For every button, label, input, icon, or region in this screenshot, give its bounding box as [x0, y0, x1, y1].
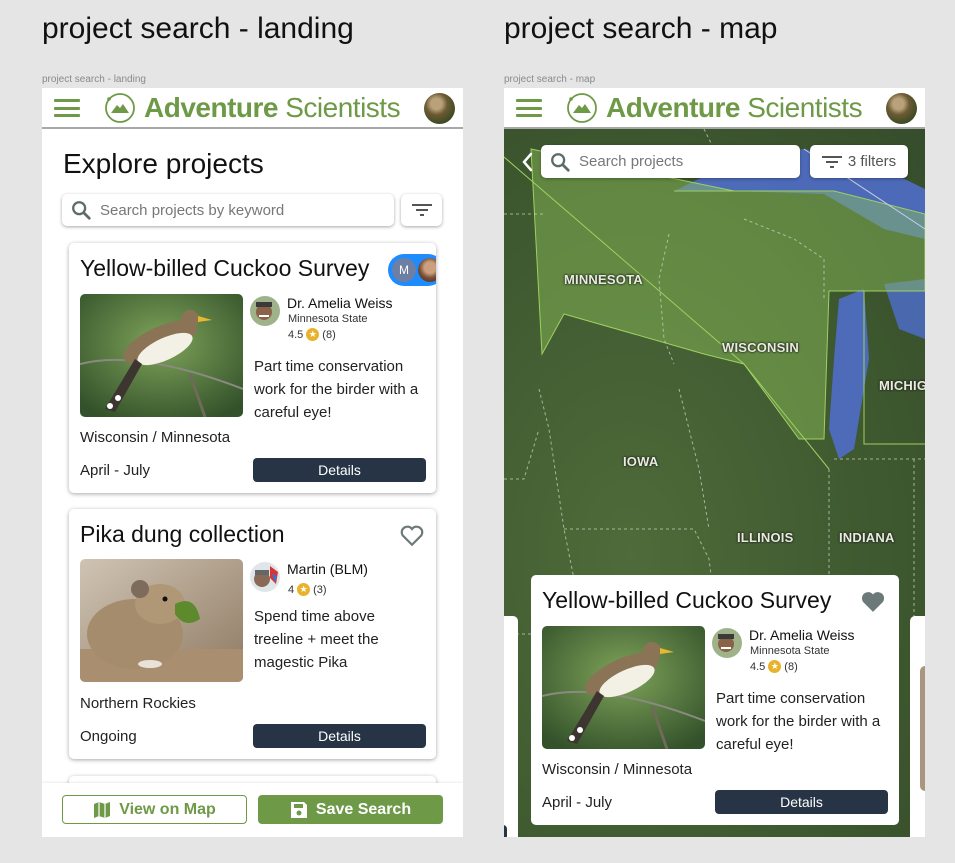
app-header: Adventure Scientists — [504, 88, 925, 129]
map-search-input[interactable]: Search projects — [541, 145, 800, 178]
rating-count: (8) — [322, 328, 336, 341]
owner-organization: Minnesota State — [750, 645, 830, 657]
view-on-map-button[interactable]: View on Map — [62, 795, 247, 824]
owner-name[interactable]: Dr. Amelia Weiss — [287, 295, 393, 311]
filter-button[interactable] — [401, 194, 442, 226]
project-dates: April - July — [80, 462, 151, 479]
project-card[interactable]: Yellow-billed Cuckoo Survey M Dr. Amelia… — [69, 243, 436, 493]
selected-project-card[interactable]: Yellow-billed Cuckoo Survey Dr. Amelia W… — [531, 575, 899, 825]
project-location: Northern Rockies — [80, 695, 196, 712]
save-search-button[interactable]: Save Search — [258, 795, 443, 824]
map-canvas[interactable]: MINNESOTA WISCONSIN MICHIG IOWA ILLINOIS… — [504, 129, 925, 837]
menu-icon[interactable] — [54, 99, 80, 117]
collaborator-cursors: M — [388, 254, 436, 286]
filters-button[interactable]: 3 filters — [810, 145, 908, 178]
brand-logo[interactable]: Adventure Scientists — [104, 92, 401, 124]
brand-logo[interactable]: Adventure Scientists — [566, 92, 863, 124]
menu-icon[interactable] — [516, 99, 542, 117]
project-location: Wisconsin / Minnesota — [80, 429, 231, 446]
star-icon: ★ — [306, 328, 320, 341]
project-title: Pika dung collection — [80, 521, 285, 547]
owner-rating: 4.5 ★ (8) — [288, 328, 336, 341]
project-description: Part time conservation work for the bird… — [254, 358, 419, 421]
state-label: INDIANA — [839, 530, 895, 545]
details-button[interactable]: Details — [253, 458, 426, 482]
project-photo-pika — [80, 559, 243, 682]
filter-icon — [411, 204, 432, 216]
details-button[interactable]: Details — [253, 724, 426, 748]
landing-screen: Adventure Scientists Explore projects Se… — [42, 88, 463, 837]
project-card[interactable]: Pika dung collection Martin (BLM) 4 ★ (3… — [69, 509, 436, 759]
state-label: MINNESOTA — [564, 272, 643, 287]
heart-filled-icon[interactable] — [860, 589, 886, 613]
user-avatar[interactable] — [886, 93, 917, 124]
project-photo-cuckoo — [80, 294, 243, 417]
search-placeholder: Search projects — [579, 153, 684, 170]
mountain-logo-icon — [567, 93, 597, 123]
owner-rating: 4.5 ★ (8) — [750, 660, 798, 673]
rating-count: (8) — [784, 660, 798, 673]
next-project-card[interactable] — [910, 616, 925, 837]
page-title: Explore projects — [63, 148, 264, 179]
project-description: Part time conservation work for the bird… — [716, 690, 881, 753]
owner-avatar[interactable] — [250, 296, 280, 326]
rating-value: 4.5 — [288, 328, 304, 341]
save-icon — [290, 801, 307, 818]
bottom-action-bar: View on Map Save Search — [42, 783, 463, 837]
frame-label-map: project search - map — [504, 74, 596, 85]
owner-name[interactable]: Martin (BLM) — [287, 561, 368, 577]
filter-icon — [821, 155, 842, 168]
mountain-logo-icon — [105, 93, 135, 123]
owner-rating: 4 ★ (3) — [288, 583, 327, 596]
view-on-map-label: View on Map — [119, 800, 216, 818]
project-dates: April - July — [542, 794, 613, 811]
search-input[interactable]: Search projects by keyword — [62, 194, 394, 226]
brand-name: Adventure Scientists — [606, 92, 863, 123]
owner-avatar[interactable] — [712, 628, 742, 658]
lake-michigan — [829, 289, 869, 459]
app-header: Adventure Scientists — [42, 88, 463, 129]
frame-title-landing: project search - landing — [42, 12, 354, 45]
project-description: Spend time above treeline + meet the mag… — [254, 608, 379, 671]
frame-label-landing: project search - landing — [42, 74, 146, 85]
project-dates: Ongoing — [80, 728, 137, 745]
project-location: Wisconsin / Minnesota — [542, 761, 693, 778]
star-icon: ★ — [297, 583, 311, 596]
search-placeholder: Search projects by keyword — [100, 201, 285, 219]
filters-count-label: 3 filters — [847, 153, 897, 170]
star-icon: ★ — [768, 660, 782, 673]
save-search-label: Save Search — [315, 800, 412, 818]
previous-project-card[interactable] — [504, 616, 518, 837]
search-icon — [72, 201, 91, 220]
frame-title-map: project search - map — [504, 12, 778, 45]
state-label: IOWA — [623, 454, 659, 469]
details-button[interactable]: Details — [715, 790, 888, 814]
owner-name[interactable]: Dr. Amelia Weiss — [749, 627, 855, 643]
collaborator-avatar-photo — [418, 258, 436, 282]
rating-value: 4 — [288, 583, 295, 596]
owner-avatar[interactable] — [250, 562, 280, 592]
back-chevron-icon[interactable] — [520, 151, 534, 173]
project-title: Yellow-billed Cuckoo Survey — [80, 255, 370, 281]
heart-outline-icon[interactable] — [399, 523, 425, 547]
search-icon — [551, 152, 570, 172]
project-title: Yellow-billed Cuckoo Survey — [542, 587, 832, 613]
rating-count: (3) — [313, 583, 327, 596]
state-label: WISCONSIN — [722, 340, 799, 355]
map-screen: Adventure Scientists MINNESOTA WISCONSIN… — [504, 88, 925, 837]
state-label: MICHIG — [879, 378, 925, 393]
rating-value: 4.5 — [750, 660, 766, 673]
map-icon — [94, 801, 111, 818]
state-label: ILLINOIS — [737, 530, 794, 545]
owner-organization: Minnesota State — [288, 313, 368, 325]
user-avatar[interactable] — [424, 93, 455, 124]
brand-name: Adventure Scientists — [144, 92, 401, 123]
collaborator-avatar-initial: M — [392, 258, 416, 282]
project-photo-cuckoo — [542, 626, 705, 749]
